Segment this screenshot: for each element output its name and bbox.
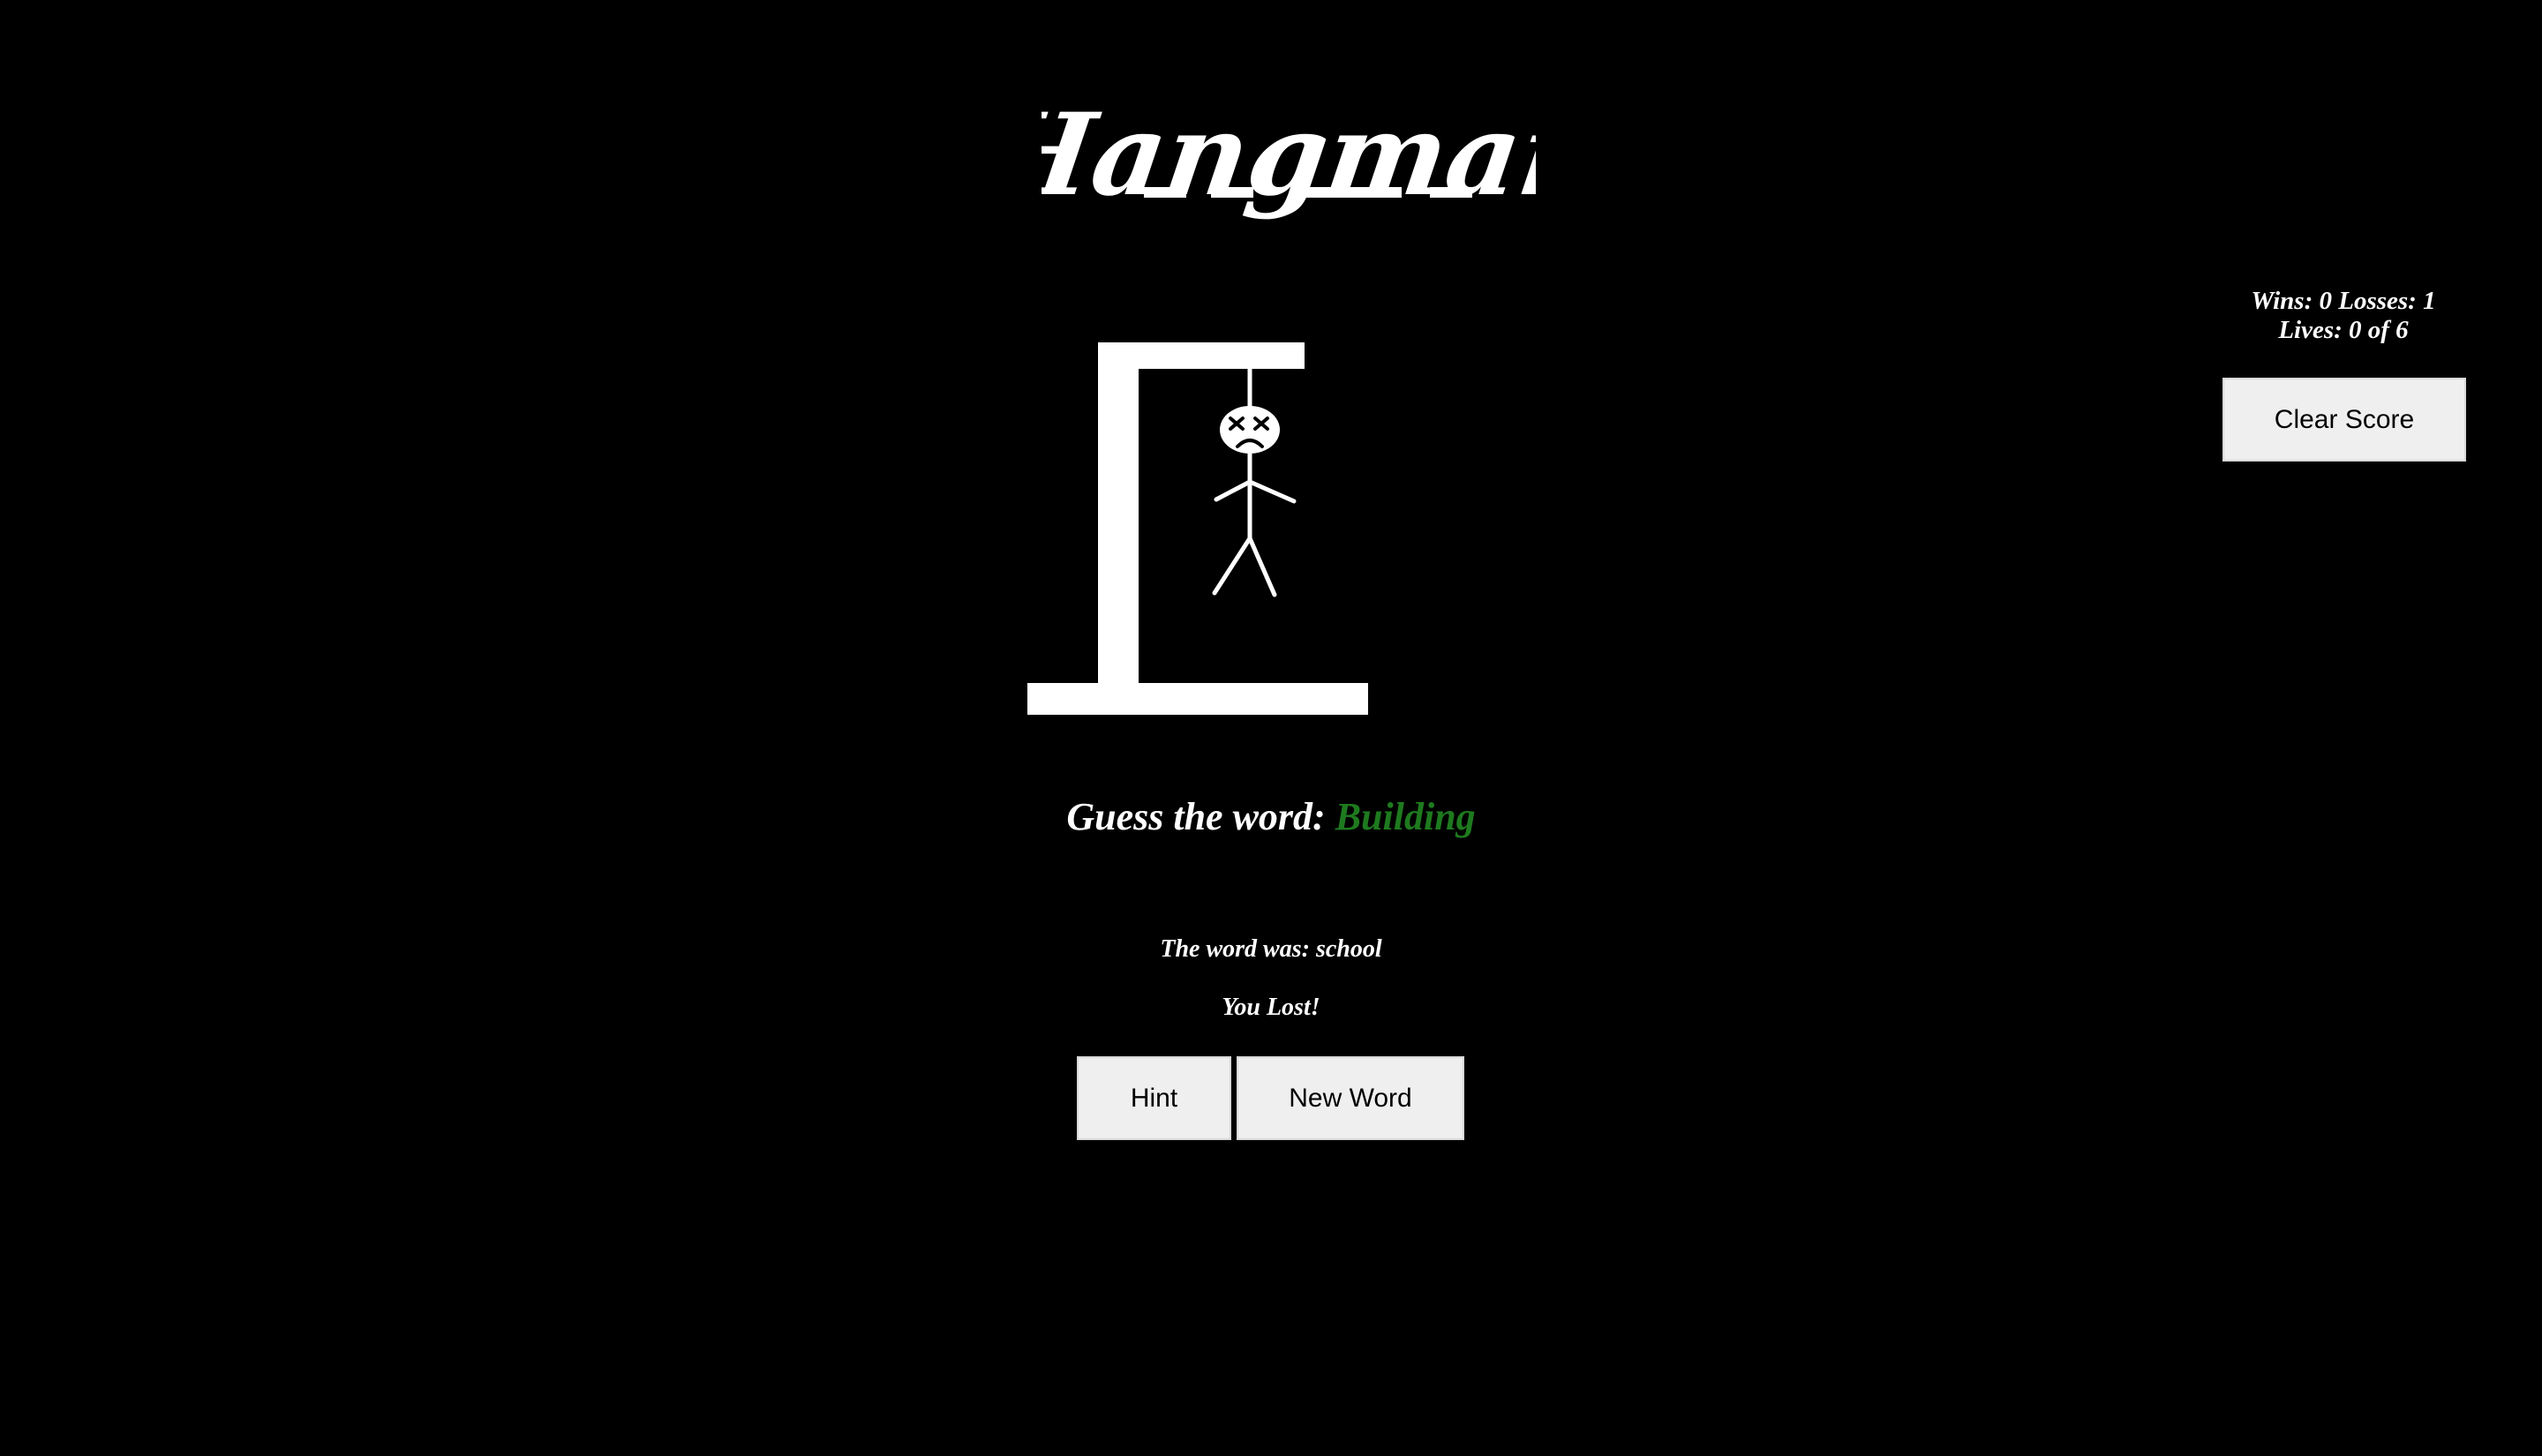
man-right-arm [1247,479,1297,504]
hint-button[interactable]: Hint [1077,1056,1231,1140]
word-reveal: The word was: school [1160,935,1382,963]
gallows-beam [1098,342,1305,369]
wins-losses-text: Wins: 0 Losses: 1 [2251,287,2436,315]
title-text: Hangman [1042,89,1536,221]
hint-word: Building [1335,795,1476,838]
gallows-base [1027,683,1368,715]
page-title: Hangman [1042,71,1536,238]
guess-prompt: Guess the word: Building [883,794,1659,839]
gallows-post [1098,342,1139,688]
man-right-leg [1247,536,1277,597]
man-head [1220,406,1280,454]
lives-text: Lives: 0 of 6 [2278,316,2409,344]
clear-score-button[interactable]: Clear Score [2222,378,2466,462]
new-word-button[interactable]: New Word [1237,1056,1464,1140]
game-result: You Lost! [1222,994,1320,1021]
guess-label: Guess the word: [1066,795,1335,838]
title-underline-n1 [1211,187,1253,198]
title-underline-n2 [1430,187,1472,198]
man-left-arm [1214,479,1252,502]
man-left-leg [1212,536,1252,596]
title-underline-m [1297,187,1402,198]
title-underline-a [1144,187,1186,198]
scoreboard: Wins: 0 Losses: 1 Lives: 0 of 6 [2162,287,2524,345]
gallows-drawing [1024,335,1377,724]
